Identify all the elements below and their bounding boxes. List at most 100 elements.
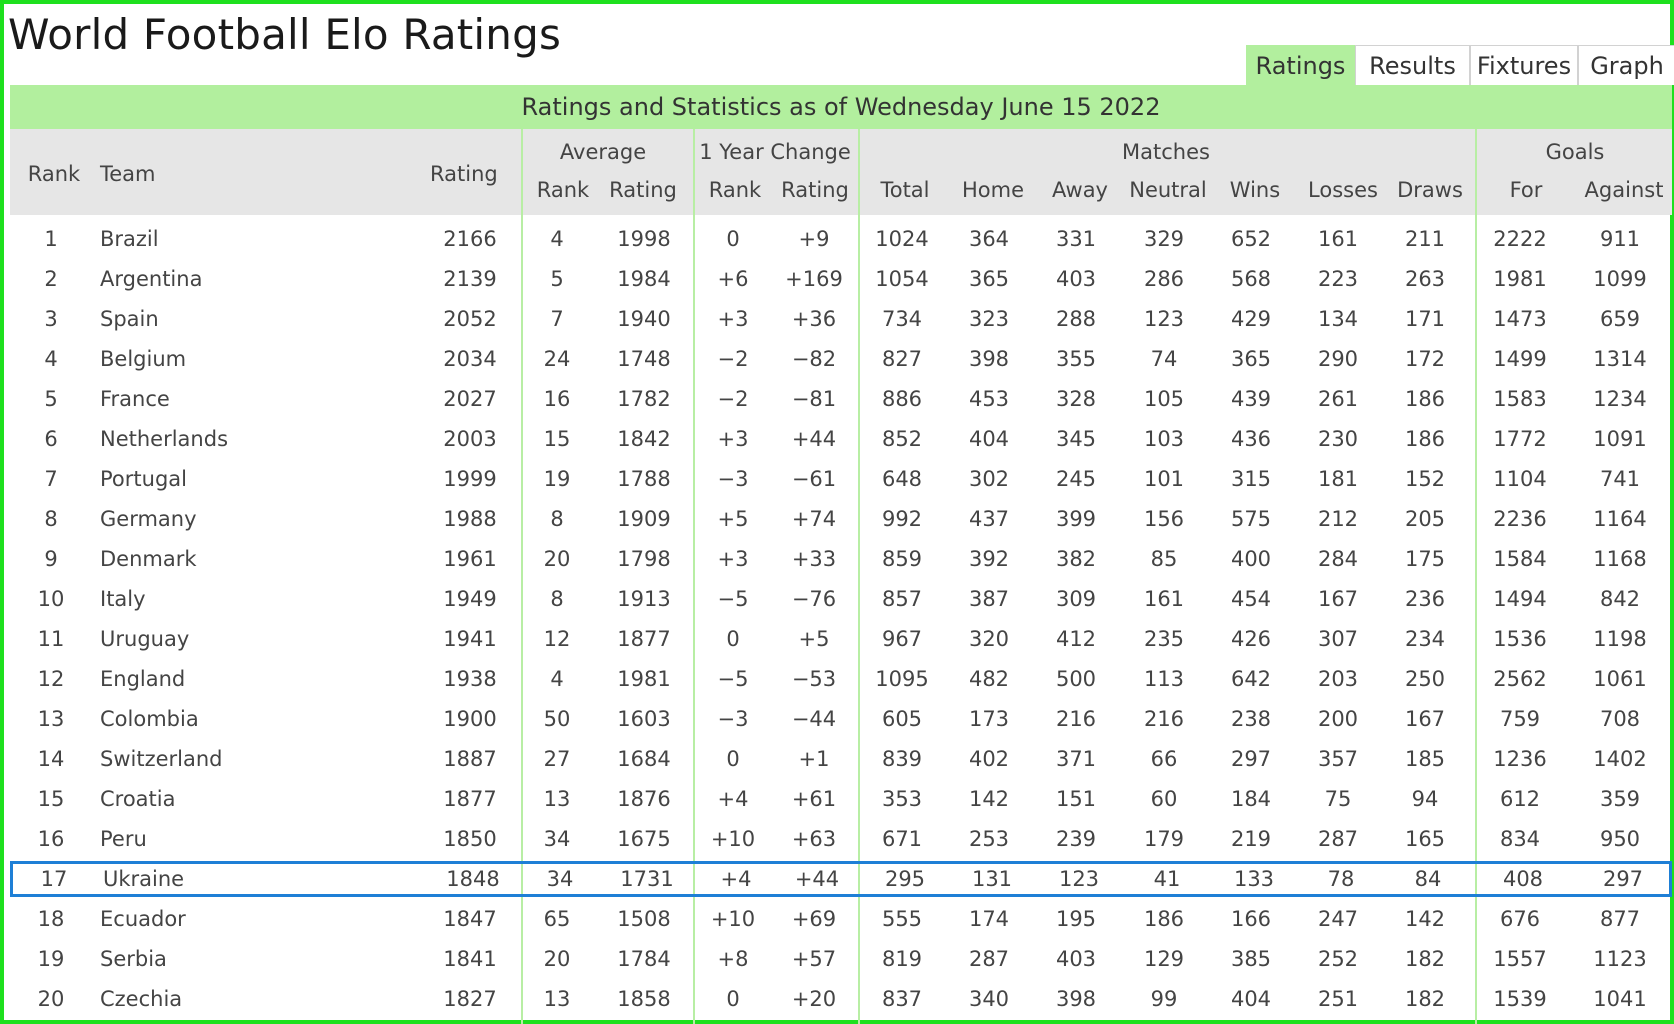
cell-goals-for: 2562 — [1493, 667, 1547, 691]
cell-goals-for: 612 — [1499, 787, 1541, 811]
cell-rank: 16 — [37, 827, 65, 851]
cell-rank: 12 — [37, 667, 65, 691]
cell-rank: 15 — [37, 787, 65, 811]
cell-team[interactable]: Peru — [100, 827, 400, 851]
cell-team[interactable]: Croatia — [100, 787, 400, 811]
cell-draws: 175 — [1404, 547, 1446, 571]
table-row: 11 Uruguay 1941 12 1877 0 +5 967 320 412 235 426 307… — [10, 620, 1672, 660]
table-row: 13 Colombia 1900 50 1603 −3 −44 605 173 216 216 238… — [10, 700, 1672, 740]
cell-rank: 10 — [37, 587, 65, 611]
cell-goals-for: 759 — [1499, 707, 1541, 731]
page-title: World Football Elo Ratings — [8, 10, 562, 59]
cell-team[interactable]: Uruguay — [100, 627, 400, 651]
table-row: 6 Netherlands 2003 15 1842 +3 +44 852 404 345 103 4… — [10, 420, 1672, 460]
header-goals-for: For — [1509, 178, 1543, 202]
cell-goals-for: 408 — [1502, 867, 1544, 891]
header-avg-rating: Rating — [609, 178, 677, 202]
cell-team[interactable]: Spain — [100, 307, 400, 331]
table-row: 1 Brazil 2166 4 1998 0 +9 1024 364 331 329 652 161 21… — [10, 220, 1672, 260]
cell-draws: 84 — [1414, 867, 1442, 891]
cell-goals-against: 877 — [1599, 907, 1641, 931]
cell-team[interactable]: England — [100, 667, 400, 691]
header-neutral: Neutral — [1129, 178, 1207, 202]
cell-goals-against: 1164 — [1593, 507, 1647, 531]
table-row: 10 Italy 1949 8 1913 −5 −76 857 387 309 161 454 167 2… — [10, 580, 1672, 620]
cell-team[interactable]: Netherlands — [100, 427, 400, 451]
cell-team[interactable]: Serbia — [100, 947, 400, 971]
cell-team[interactable]: Argentina — [100, 267, 400, 291]
cell-team[interactable]: Denmark — [100, 547, 400, 571]
cell-goals-for: 1236 — [1493, 747, 1547, 771]
cell-goals-for: 1494 — [1493, 587, 1547, 611]
ratings-date-banner: Ratings and Statistics as of Wednesday J… — [10, 85, 1672, 129]
cell-goals-against: 1234 — [1593, 387, 1647, 411]
cell-draws: 152 — [1404, 467, 1446, 491]
cell-goals-against: 297 — [1602, 867, 1644, 891]
table-row: 19 Serbia 1841 20 1784 +8 +57 819 287 403 129 385 25… — [10, 940, 1672, 980]
cell-goals-against: 1402 — [1593, 747, 1647, 771]
header-total: Total — [880, 178, 930, 202]
header-chg-rank: Rank — [708, 178, 762, 202]
tab-ratings[interactable]: Ratings — [1246, 45, 1355, 85]
cell-team[interactable]: Belgium — [100, 347, 400, 371]
cell-rank: 1 — [44, 227, 58, 251]
ratings-table: Rank Team Rating Average Rank Rating 1 Y… — [10, 129, 1672, 1024]
cell-team[interactable]: Czechia — [100, 987, 400, 1011]
cell-team[interactable]: Ecuador — [100, 907, 400, 931]
cell-rank: 6 — [44, 427, 58, 451]
cell-goals-against: 708 — [1599, 707, 1641, 731]
cell-goals-for: 1539 — [1493, 987, 1547, 1011]
cell-team[interactable]: France — [100, 387, 400, 411]
cell-goals-for: 1772 — [1493, 427, 1547, 451]
tab-graph[interactable]: Graph — [1578, 45, 1674, 85]
cell-team[interactable]: Ukraine — [103, 867, 403, 891]
cell-draws: 165 — [1404, 827, 1446, 851]
cell-goals-against: 1123 — [1593, 947, 1647, 971]
cell-goals-against: 1198 — [1593, 627, 1647, 651]
cell-draws: 94 — [1411, 787, 1439, 811]
cell-draws: 234 — [1404, 627, 1446, 651]
cell-team[interactable]: Italy — [100, 587, 400, 611]
cell-draws: 211 — [1404, 227, 1446, 251]
table-row: 4 Belgium 2034 24 1748 −2 −82 827 398 355 74 365 290… — [10, 340, 1672, 380]
cell-goals-against: 1041 — [1593, 987, 1647, 1011]
cell-goals-for: 1557 — [1493, 947, 1547, 971]
cell-goals-against: 741 — [1599, 467, 1641, 491]
cell-rank: 4 — [44, 347, 58, 371]
header-avg-rank: Rank — [536, 178, 590, 202]
cell-goals-against: 950 — [1599, 827, 1641, 851]
cell-team[interactable]: Switzerland — [100, 747, 400, 771]
cell-team[interactable]: Germany — [100, 507, 400, 531]
cell-draws: 186 — [1404, 427, 1446, 451]
cell-rank: 7 — [44, 467, 58, 491]
cell-team[interactable]: Colombia — [100, 707, 400, 731]
header-away: Away — [1052, 178, 1108, 202]
table-row: 8 Germany 1988 8 1909 +5 +74 992 437 399 156 575 212… — [10, 500, 1672, 540]
cell-team[interactable]: Brazil — [100, 227, 400, 251]
cell-rank: 5 — [44, 387, 58, 411]
cell-goals-for: 1104 — [1493, 467, 1547, 491]
cell-draws: 142 — [1404, 907, 1446, 931]
cell-goals-for: 1473 — [1493, 307, 1547, 331]
cell-draws: 182 — [1404, 947, 1446, 971]
page-frame: World Football Elo Ratings Ratings Resul… — [0, 0, 1674, 1024]
table-row: 16 Peru 1850 34 1675 +10 +63 671 253 239 179 219 287… — [10, 820, 1672, 860]
cell-draws: 236 — [1404, 587, 1446, 611]
cell-goals-for: 676 — [1499, 907, 1541, 931]
cell-draws: 250 — [1404, 667, 1446, 691]
tab-fixtures[interactable]: Fixtures — [1470, 45, 1578, 85]
cell-goals-against: 1061 — [1593, 667, 1647, 691]
cell-rank: 11 — [37, 627, 65, 651]
cell-rank: 14 — [37, 747, 65, 771]
header-goals-against: Against — [1584, 178, 1664, 202]
table-row: 18 Ecuador 1847 65 1508 +10 +69 555 174 195 186 166… — [10, 900, 1672, 940]
cell-goals-against: 1091 — [1593, 427, 1647, 451]
tab-results[interactable]: Results — [1355, 45, 1470, 85]
cell-rank: 17 — [40, 867, 68, 891]
cell-draws: 171 — [1404, 307, 1446, 331]
cell-goals-for: 1536 — [1493, 627, 1547, 651]
table-row: 2 Argentina 2139 5 1984 +6 +169 1054 365 403 286 56… — [10, 260, 1672, 300]
header-goals: Goals — [1545, 140, 1605, 164]
cell-team[interactable]: Portugal — [100, 467, 400, 491]
table-row: 15 Croatia 1877 13 1876 +4 +61 353 142 151 60 184 75… — [10, 780, 1672, 820]
